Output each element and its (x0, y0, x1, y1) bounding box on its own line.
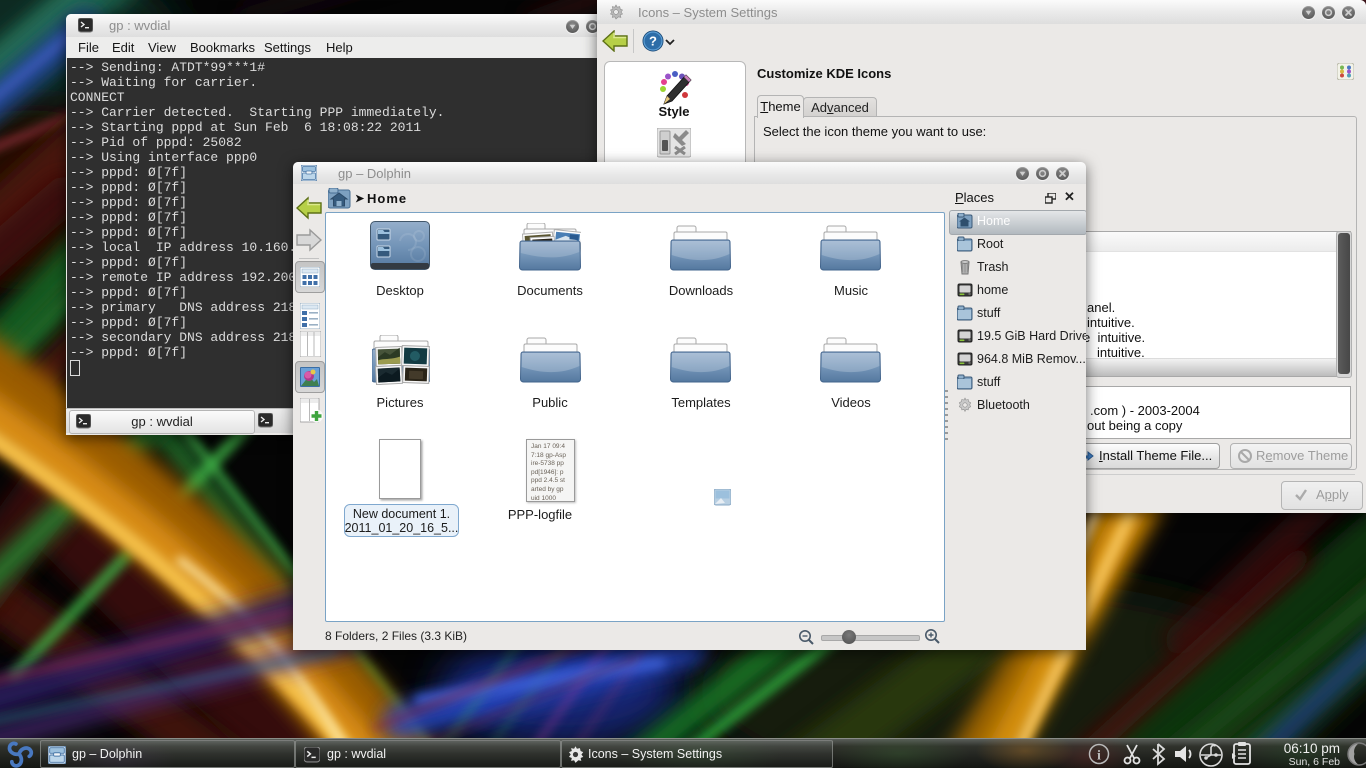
svg-text:?: ? (649, 34, 657, 49)
svg-text:i: i (1097, 749, 1101, 764)
